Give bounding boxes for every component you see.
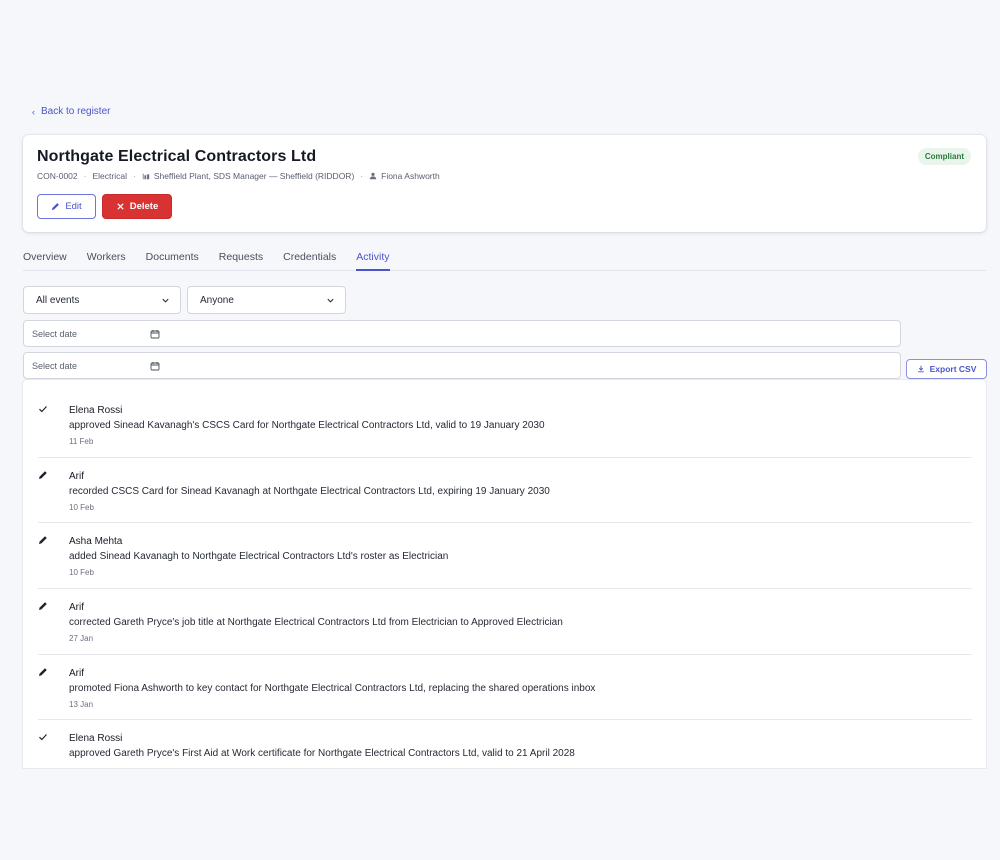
building-icon xyxy=(142,173,150,180)
company-contact-text: Fiona Ashworth xyxy=(381,171,440,181)
edit-button[interactable]: Edit xyxy=(37,194,96,219)
activity-date: 13 Jan xyxy=(69,699,94,709)
list-item: Asha Mehta added Sinead Kavanagh to Nort… xyxy=(38,523,972,590)
activity-actor: Arif xyxy=(69,602,84,614)
activity-actor: Elena Rossi xyxy=(69,733,123,745)
export-csv-label: Export CSV xyxy=(929,364,977,374)
download-icon xyxy=(917,365,924,373)
activity-actor: Arif xyxy=(69,667,84,679)
pencil-icon xyxy=(38,535,48,545)
company-contact: Fiona Ashworth xyxy=(369,171,440,181)
chevron-down-icon xyxy=(327,298,334,303)
to-date-input[interactable]: Select date xyxy=(23,352,901,379)
action-buttons: Edit Delete xyxy=(37,194,172,219)
check-icon xyxy=(38,404,48,414)
tab-documents[interactable]: Documents xyxy=(146,244,199,271)
person-select[interactable]: Anyone xyxy=(187,286,346,314)
activity-description: corrected Gareth Pryce's job title at No… xyxy=(69,617,563,629)
activity-date: 27 Jan xyxy=(69,634,94,644)
calendar-icon[interactable] xyxy=(150,329,160,339)
pencil-icon xyxy=(38,667,48,677)
list-item: Elena Rossi approved Sinead Kavanagh's C… xyxy=(38,392,972,458)
edit-button-label: Edit xyxy=(65,201,82,212)
tab-bar: Overview Workers Documents Requests Cred… xyxy=(23,244,986,271)
status-badge: Compliant xyxy=(917,148,971,165)
list-item: Elena Rossi approved Gareth Pryce's Firs… xyxy=(38,720,972,768)
to-date-placeholder: Select date xyxy=(32,360,78,371)
tab-activity[interactable]: Activity xyxy=(356,244,390,271)
activity-date: 11 Feb xyxy=(69,437,94,446)
pencil-icon xyxy=(38,601,48,611)
activity-feed: Elena Rossi approved Sinead Kavanagh's C… xyxy=(23,380,986,768)
person-icon xyxy=(369,172,377,180)
activity-description: recorded CSCS Card for Sinead Kavanagh a… xyxy=(69,485,550,497)
activity-description: approved Sinead Kavanagh's CSCS Card for… xyxy=(69,420,545,431)
person-value: Anyone xyxy=(200,294,234,306)
back-link-label: Back to register xyxy=(41,106,111,117)
export-csv-button[interactable]: Export CSV xyxy=(906,359,987,379)
separator-dot: · xyxy=(132,171,136,181)
activity-description: promoted Fiona Ashworth to key contact f… xyxy=(69,682,596,694)
activity-actor: Arif xyxy=(69,470,84,482)
activity-date: 10 Feb xyxy=(69,568,94,578)
tab-overview[interactable]: Overview xyxy=(23,244,67,271)
company-location: Sheffield Plant, SDS Manager — Sheffield… xyxy=(142,171,354,181)
from-date-placeholder: Select date xyxy=(32,328,78,339)
tab-workers[interactable]: Workers xyxy=(87,244,126,271)
chevron-down-icon xyxy=(162,298,169,303)
activity-actor: Elena Rossi xyxy=(69,405,123,416)
activity-description: added Sinead Kavanagh to Northgate Elect… xyxy=(69,551,449,563)
pencil-icon xyxy=(38,470,48,480)
list-item: Arif recorded CSCS Card for Sinead Kavan… xyxy=(38,458,972,524)
company-id: CON-0002 xyxy=(37,171,78,181)
activity-actor: Asha Mehta xyxy=(69,536,123,548)
pencil-icon xyxy=(52,203,60,211)
from-date-input[interactable]: Select date xyxy=(23,320,901,347)
list-item: Arif promoted Fiona Ashworth to key cont… xyxy=(38,655,972,721)
tab-credentials[interactable]: Credentials xyxy=(283,244,336,271)
separator-dot: · xyxy=(83,171,87,181)
chevron-left-icon: ‹ xyxy=(32,106,35,117)
activity-date: 10 Feb xyxy=(69,502,94,512)
calendar-icon[interactable] xyxy=(150,361,160,371)
event-type-select[interactable]: All events xyxy=(23,286,181,314)
event-type-value: All events xyxy=(36,294,80,306)
close-icon xyxy=(117,203,124,210)
delete-button[interactable]: Delete xyxy=(102,194,172,219)
activity-description: approved Gareth Pryce's First Aid at Wor… xyxy=(69,748,575,760)
check-icon xyxy=(38,732,48,742)
delete-button-label: Delete xyxy=(129,201,159,212)
company-header-card: Northgate Electrical Contractors Ltd Com… xyxy=(23,135,986,232)
list-item: Arif corrected Gareth Pryce's job title … xyxy=(38,589,972,655)
company-meta: CON-0002 · Electrical · Sheffield Plant,… xyxy=(37,171,440,181)
company-location-text: Sheffield Plant, SDS Manager — Sheffield… xyxy=(153,171,355,181)
company-trade: Electrical xyxy=(92,171,127,181)
back-to-register-link[interactable]: ‹ Back to register xyxy=(32,106,110,117)
tab-requests[interactable]: Requests xyxy=(219,244,263,271)
separator-dot: · xyxy=(360,171,364,181)
page-title: Northgate Electrical Contractors Ltd xyxy=(37,148,317,165)
